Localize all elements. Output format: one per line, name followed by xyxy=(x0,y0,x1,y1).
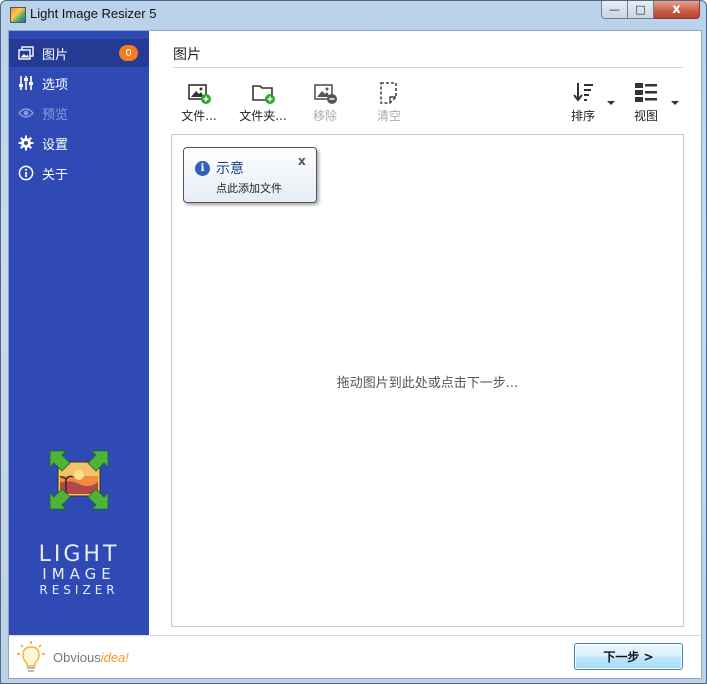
sidebar-item-label: 预览 xyxy=(42,107,69,123)
lightbulb-icon xyxy=(16,640,46,674)
clear-icon xyxy=(377,81,401,105)
main-panel: 图片 文件... 文件夹... 移除 清空 排序 视图 拖动图片到此处或点击下一… xyxy=(149,31,701,678)
clear-label: 清空 xyxy=(376,109,401,123)
hint-balloon: i 示意 点此添加文件 x xyxy=(183,147,317,203)
close-icon: x xyxy=(672,2,681,17)
balloon-title: 示意 xyxy=(216,161,244,177)
add-folder-button[interactable]: 文件夹... xyxy=(235,81,291,127)
minimize-icon: — xyxy=(609,3,620,16)
info-icon: i xyxy=(195,161,210,176)
brand-name-part2: idea! xyxy=(100,650,129,665)
logo-line-1: LIGHT xyxy=(38,542,120,567)
sort-dropdown-arrow-icon[interactable] xyxy=(607,101,615,105)
brand-name: Obviousidea! xyxy=(53,650,129,665)
sidebar-item-label: 关于 xyxy=(42,167,69,183)
image-count-badge: 0 xyxy=(119,45,138,61)
sidebar: 图片 0 选项 预览 设置 关于 LIGHT IMAGE RESIZER Obv… xyxy=(9,31,149,678)
close-button[interactable]: x xyxy=(654,1,700,19)
view-list-icon xyxy=(634,81,658,105)
sidebar-item-settings[interactable]: 设置 xyxy=(9,129,149,157)
sidebar-item-images[interactable]: 图片 0 xyxy=(9,39,149,67)
logo-line-3: RESIZER xyxy=(39,583,119,597)
sort-button[interactable]: 排序 xyxy=(555,81,611,127)
sidebar-item-label: 选项 xyxy=(42,77,69,93)
vendor-brand[interactable]: Obviousidea! xyxy=(9,635,149,678)
drop-hint: 拖动图片到此处或点击下一步... xyxy=(336,376,519,391)
logo-line-2: IMAGE xyxy=(42,565,116,583)
gear-icon xyxy=(18,135,34,151)
remove-image-icon xyxy=(313,81,337,105)
next-button[interactable]: 下一步 > xyxy=(574,643,683,670)
sidebar-item-preview[interactable]: 预览 xyxy=(9,99,149,127)
app-logo-wordmark: LIGHT IMAGE RESIZER xyxy=(9,543,149,598)
balloon-text: 点此添加文件 xyxy=(216,182,282,195)
footer-divider xyxy=(149,635,701,636)
minimize-button[interactable]: — xyxy=(601,1,628,19)
app-window: Light Image Resizer 5 — □ x 图片 0 选项 预览 设… xyxy=(0,0,707,684)
client-area: 图片 0 选项 预览 设置 关于 LIGHT IMAGE RESIZER Obv… xyxy=(8,30,702,679)
window-title: Light Image Resizer 5 xyxy=(30,6,157,21)
images-icon xyxy=(18,45,34,61)
view-label: 视图 xyxy=(633,109,658,123)
title-divider xyxy=(173,67,683,68)
page-title: 图片 xyxy=(173,47,201,63)
eye-icon xyxy=(18,105,34,121)
title-bar[interactable]: Light Image Resizer 5 — □ x xyxy=(1,1,706,29)
sort-icon xyxy=(571,81,595,105)
add-image-icon xyxy=(187,81,211,105)
app-logo-icon xyxy=(48,449,110,511)
remove-label: 移除 xyxy=(312,109,337,123)
sidebar-item-options[interactable]: 选项 xyxy=(9,69,149,97)
brand-name-part1: Obvious xyxy=(53,650,101,665)
image-drop-area[interactable]: 拖动图片到此处或点击下一步... xyxy=(171,134,684,627)
view-button[interactable]: 视图 xyxy=(618,81,674,127)
sliders-icon xyxy=(18,75,34,91)
view-dropdown-arrow-icon[interactable] xyxy=(671,101,679,105)
clear-button[interactable]: 清空 xyxy=(361,81,417,127)
sort-label: 排序 xyxy=(570,109,595,123)
balloon-close-button[interactable]: x xyxy=(298,154,306,168)
maximize-button[interactable]: □ xyxy=(628,1,654,19)
add-folder-label: 文件夹... xyxy=(239,109,287,123)
info-icon xyxy=(18,165,34,181)
remove-button[interactable]: 移除 xyxy=(297,81,353,127)
sidebar-item-label: 图片 xyxy=(42,47,69,63)
sidebar-item-label: 设置 xyxy=(42,137,69,153)
sidebar-item-about[interactable]: 关于 xyxy=(9,159,149,187)
add-files-button[interactable]: 文件... xyxy=(171,81,227,127)
app-icon xyxy=(10,7,26,23)
maximize-icon: □ xyxy=(635,3,646,16)
add-folder-icon xyxy=(251,81,275,105)
add-files-label: 文件... xyxy=(181,109,217,123)
